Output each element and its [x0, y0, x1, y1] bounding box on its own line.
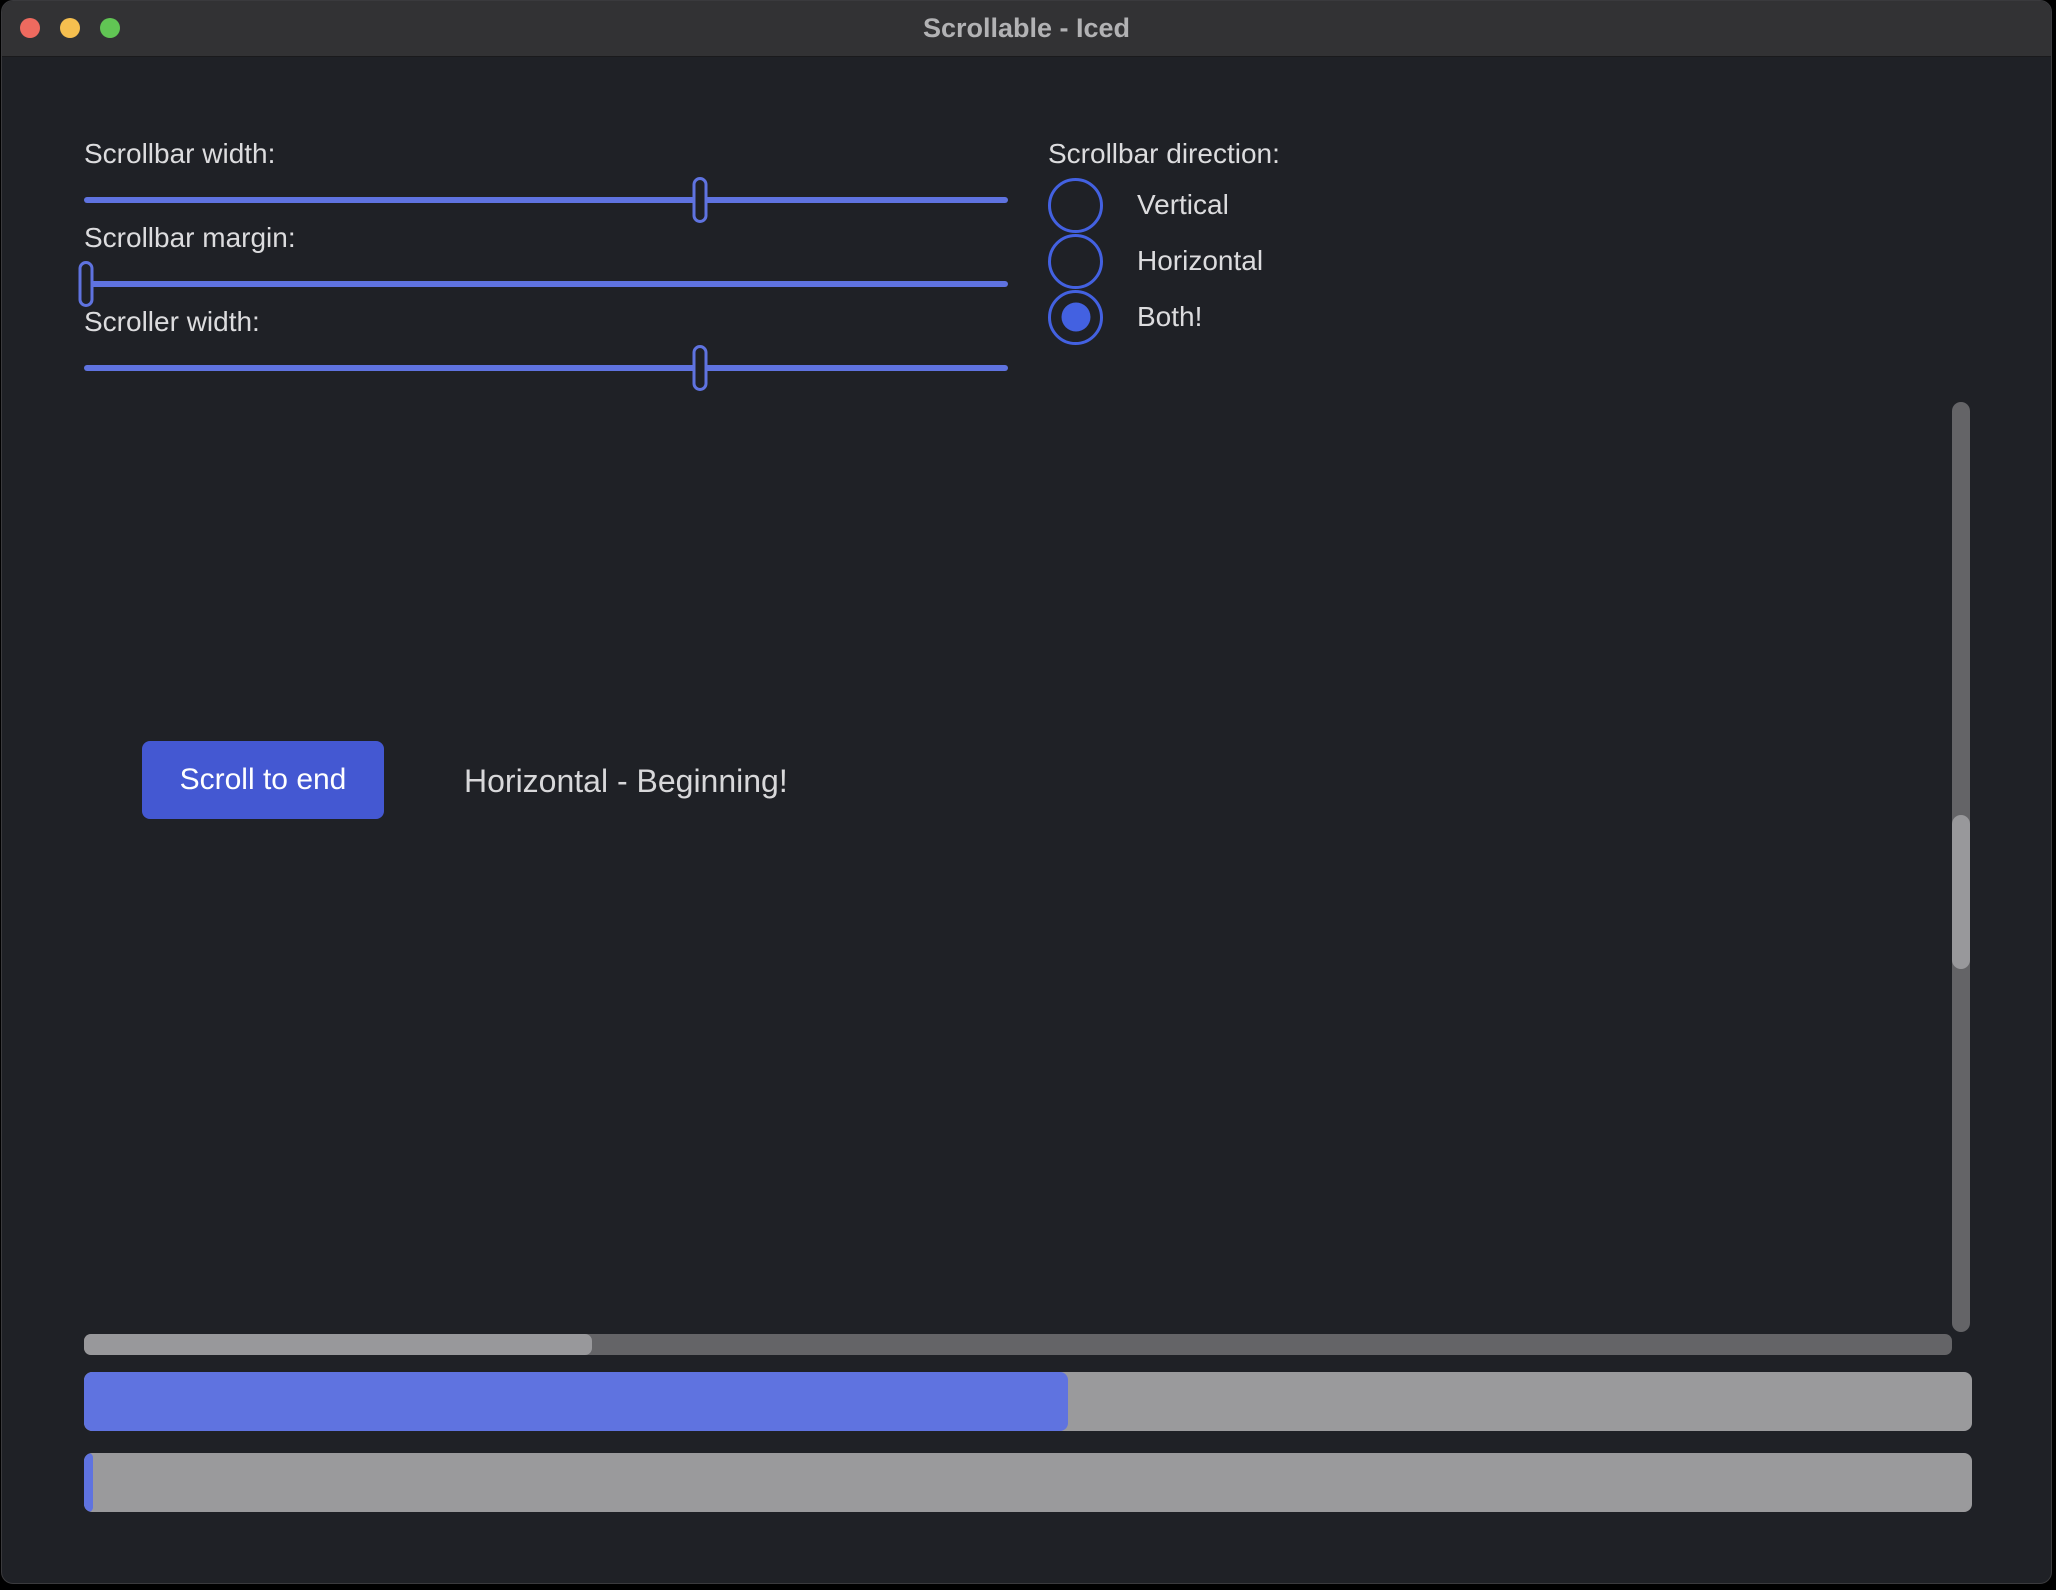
horizontal-scrollbar-thumb[interactable]: [84, 1334, 592, 1355]
slider-track[interactable]: [84, 365, 1008, 371]
scrollbar-width-slider[interactable]: [84, 177, 1008, 223]
titlebar: Scrollable - Iced: [2, 1, 2051, 57]
radio-circle-icon[interactable]: [1048, 290, 1103, 345]
radio-option-vertical[interactable]: Vertical: [1048, 177, 1263, 233]
vertical-progress-bar: [84, 1453, 1972, 1512]
radio-circle-icon[interactable]: [1048, 234, 1103, 289]
slider-track[interactable]: [84, 197, 1008, 203]
radio-option-both[interactable]: Both!: [1048, 289, 1263, 345]
scrollbar-direction-group: Vertical Horizontal Both!: [1048, 177, 1263, 345]
radio-label: Horizontal: [1137, 245, 1263, 277]
radio-dot-icon: [1061, 303, 1090, 332]
scrollbar-direction-label: Scrollbar direction:: [1048, 138, 1280, 170]
radio-label: Vertical: [1137, 189, 1229, 221]
app-window: Scrollable - Iced Scrollbar width: Scrol…: [1, 0, 2052, 1584]
vertical-scrollbar[interactable]: [1952, 402, 1970, 1332]
slider-handle[interactable]: [693, 177, 708, 223]
scroller-width-label: Scroller width:: [84, 306, 260, 338]
horizontal-progress-bar: [84, 1372, 1972, 1431]
horizontal-scrollbar[interactable]: [84, 1334, 1952, 1355]
progress-fill: [84, 1372, 1068, 1431]
window-title: Scrollable - Iced: [2, 1, 2051, 56]
scrollbar-width-label: Scrollbar width:: [84, 138, 275, 170]
radio-circle-icon[interactable]: [1048, 178, 1103, 233]
radio-option-horizontal[interactable]: Horizontal: [1048, 233, 1263, 289]
radio-label: Both!: [1137, 301, 1202, 333]
scrollbar-margin-slider[interactable]: [84, 261, 1008, 307]
slider-track[interactable]: [84, 281, 1008, 287]
slider-handle[interactable]: [78, 261, 93, 307]
scroll-status-text: Horizontal - Beginning!: [464, 760, 788, 802]
scrollbar-margin-label: Scrollbar margin:: [84, 222, 296, 254]
vertical-scrollbar-thumb[interactable]: [1952, 815, 1970, 969]
progress-fill: [84, 1453, 93, 1512]
scroll-to-end-button[interactable]: Scroll to end: [142, 741, 384, 819]
slider-handle[interactable]: [693, 345, 708, 391]
scroller-width-slider[interactable]: [84, 345, 1008, 391]
